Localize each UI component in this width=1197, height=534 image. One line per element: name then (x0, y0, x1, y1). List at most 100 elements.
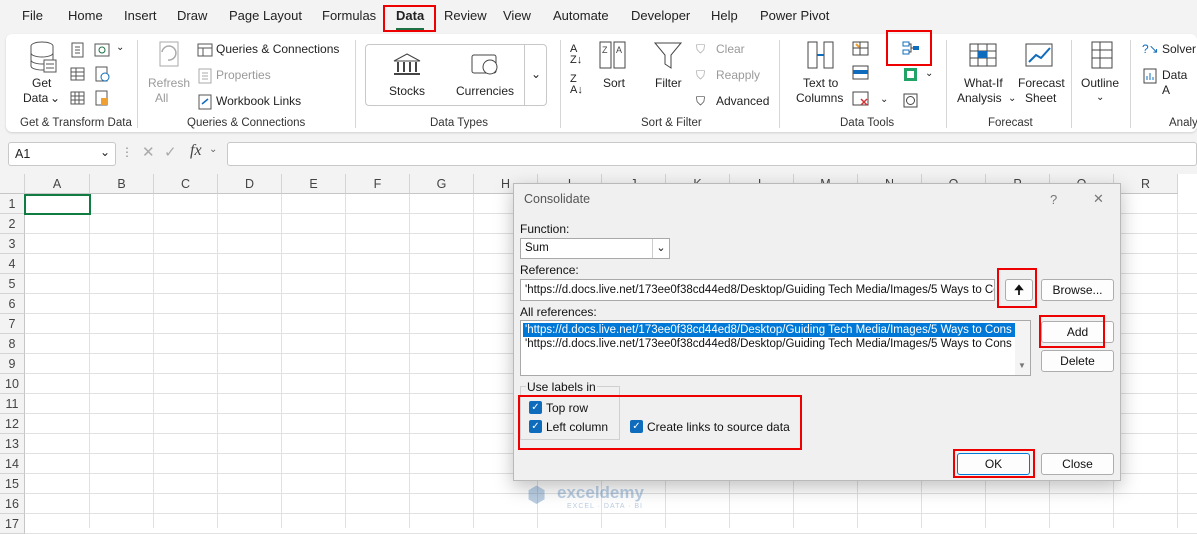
menu-automate[interactable]: Automate (553, 8, 609, 23)
menu-home[interactable]: Home (68, 8, 103, 23)
row-header[interactable]: 4 (0, 254, 25, 274)
manage-data-model-icon[interactable] (902, 92, 920, 110)
menu-power-pivot[interactable]: Power Pivot (760, 8, 829, 23)
menu-insert[interactable]: Insert (124, 8, 157, 23)
delete-button[interactable]: Delete (1041, 350, 1114, 372)
confirm-entry-icon[interactable]: ✓ (164, 143, 177, 161)
active-cell[interactable] (24, 194, 91, 215)
name-box[interactable]: A1 ⌄ (8, 142, 116, 166)
sort-button[interactable]: Sort (603, 76, 625, 91)
recent-sources-icon[interactable] (94, 66, 110, 82)
row-header[interactable]: 7 (0, 314, 25, 334)
chevron-down-icon[interactable]: ⌄ (50, 91, 60, 106)
currencies-button[interactable]: Currencies (456, 84, 514, 99)
existing-connections-icon[interactable] (70, 90, 86, 106)
row-header[interactable]: 5 (0, 274, 25, 294)
from-text-icon[interactable] (70, 42, 86, 58)
properties-button[interactable]: Properties (216, 68, 271, 83)
select-all-corner[interactable] (0, 174, 25, 194)
sort-z-to-a-icon[interactable]: Z A↓ (570, 74, 583, 96)
row-header[interactable]: 13 (0, 434, 25, 454)
column-header[interactable]: D (218, 174, 282, 194)
column-header[interactable]: E (282, 174, 346, 194)
menu-file[interactable]: File (22, 8, 43, 23)
menu-developer[interactable]: Developer (631, 8, 690, 23)
from-table-icon[interactable] (70, 66, 86, 82)
chevron-down-icon[interactable]: ⌄ (1096, 90, 1104, 105)
menu-view[interactable]: View (503, 8, 531, 23)
row-header[interactable]: 2 (0, 214, 25, 234)
refresh-all-label-1[interactable]: Refresh (148, 76, 190, 91)
existing-sheet-icon[interactable] (94, 90, 110, 106)
flash-fill-icon[interactable] (852, 40, 870, 58)
row-header[interactable]: 6 (0, 294, 25, 314)
queries-connections-button[interactable]: Queries & Connections (216, 42, 339, 57)
help-icon[interactable]: ? (1050, 192, 1057, 207)
chevron-down-icon[interactable]: ⌄ (100, 145, 110, 159)
menu-review[interactable]: Review (444, 8, 487, 23)
menu-help[interactable]: Help (711, 8, 738, 23)
data-validation-icon[interactable] (852, 90, 870, 108)
column-header[interactable]: F (346, 174, 410, 194)
column-header[interactable]: B (90, 174, 154, 194)
relationships-icon[interactable] (902, 66, 920, 84)
what-if-label-1[interactable]: What-If (964, 76, 1003, 91)
workbook-links-button[interactable]: Workbook Links (216, 94, 301, 109)
row-header[interactable]: 15 (0, 474, 25, 494)
column-header[interactable]: G (410, 174, 474, 194)
row-header[interactable]: 1 (0, 194, 25, 214)
remove-duplicates-icon[interactable] (852, 64, 870, 82)
forecast-sheet-label-2[interactable]: Sheet (1025, 91, 1056, 106)
chevron-down-icon[interactable]: ⌄ (1008, 91, 1016, 106)
forecast-sheet-label-1[interactable]: Forecast (1018, 76, 1065, 91)
clear-button[interactable]: Clear (716, 42, 745, 57)
insert-function-icon[interactable]: fx (190, 142, 202, 160)
scroll-down-icon[interactable]: ▼ (1018, 361, 1026, 370)
row-header[interactable]: 8 (0, 334, 25, 354)
cancel-entry-icon[interactable]: ✕ (142, 143, 155, 161)
row-header[interactable]: 11 (0, 394, 25, 414)
chevron-down-icon[interactable]: ⌄ (116, 40, 124, 55)
column-header[interactable]: C (154, 174, 218, 194)
chevron-down-icon[interactable]: ⌄ (652, 239, 669, 258)
text-to-columns-label-1[interactable]: Text to (803, 76, 838, 91)
get-data-label-1[interactable]: Get (32, 76, 51, 91)
what-if-label-2[interactable]: Analysis (957, 91, 1002, 106)
advanced-button[interactable]: Advanced (716, 94, 769, 109)
list-scrollbar[interactable]: ▼ (1015, 321, 1030, 375)
reference-input[interactable]: 'https://d.docs.live.net/173ee0f38cd44ed… (520, 279, 995, 301)
sort-a-to-z-icon[interactable]: A Z↓ (570, 44, 582, 66)
solver-button[interactable]: Solver (1162, 42, 1196, 57)
filter-button[interactable]: Filter (655, 76, 682, 91)
function-select[interactable]: Sum ⌄ (520, 238, 670, 259)
formula-input[interactable] (227, 142, 1197, 166)
all-references-list[interactable]: 'https://d.docs.live.net/173ee0f38cd44ed… (520, 320, 1031, 376)
menu-draw[interactable]: Draw (177, 8, 207, 23)
column-header[interactable]: R (1114, 174, 1178, 194)
chevron-down-icon[interactable]: ⌄ (925, 66, 933, 81)
row-header[interactable]: 16 (0, 494, 25, 514)
row-header[interactable]: 12 (0, 414, 25, 434)
reapply-button[interactable]: Reapply (716, 68, 760, 83)
get-data-label-2[interactable]: Data (23, 91, 48, 106)
list-item[interactable]: 'https://d.docs.live.net/173ee0f38cd44ed… (523, 323, 1016, 337)
menu-formulas[interactable]: Formulas (322, 8, 376, 23)
gallery-more-button[interactable]: ⌄ (524, 44, 547, 106)
chevron-down-icon[interactable]: ⌄ (209, 144, 217, 155)
row-header[interactable]: 14 (0, 454, 25, 474)
row-header[interactable]: 10 (0, 374, 25, 394)
from-web-icon[interactable] (94, 42, 116, 58)
menu-page-layout[interactable]: Page Layout (229, 8, 302, 23)
column-header[interactable]: A (25, 174, 90, 194)
data-analysis-button[interactable]: Data A (1162, 68, 1197, 98)
close-icon[interactable]: ✕ (1093, 191, 1104, 207)
stocks-button[interactable]: Stocks (389, 84, 425, 99)
refresh-all-label-2[interactable]: All (155, 91, 168, 106)
chevron-down-icon[interactable]: ⌄ (880, 92, 888, 107)
browse-button[interactable]: Browse... (1041, 279, 1114, 301)
close-button[interactable]: Close (1041, 453, 1114, 475)
outline-button[interactable]: Outline (1081, 76, 1119, 91)
row-header[interactable]: 3 (0, 234, 25, 254)
row-header[interactable]: 17 (0, 514, 25, 534)
row-header[interactable]: 9 (0, 354, 25, 374)
